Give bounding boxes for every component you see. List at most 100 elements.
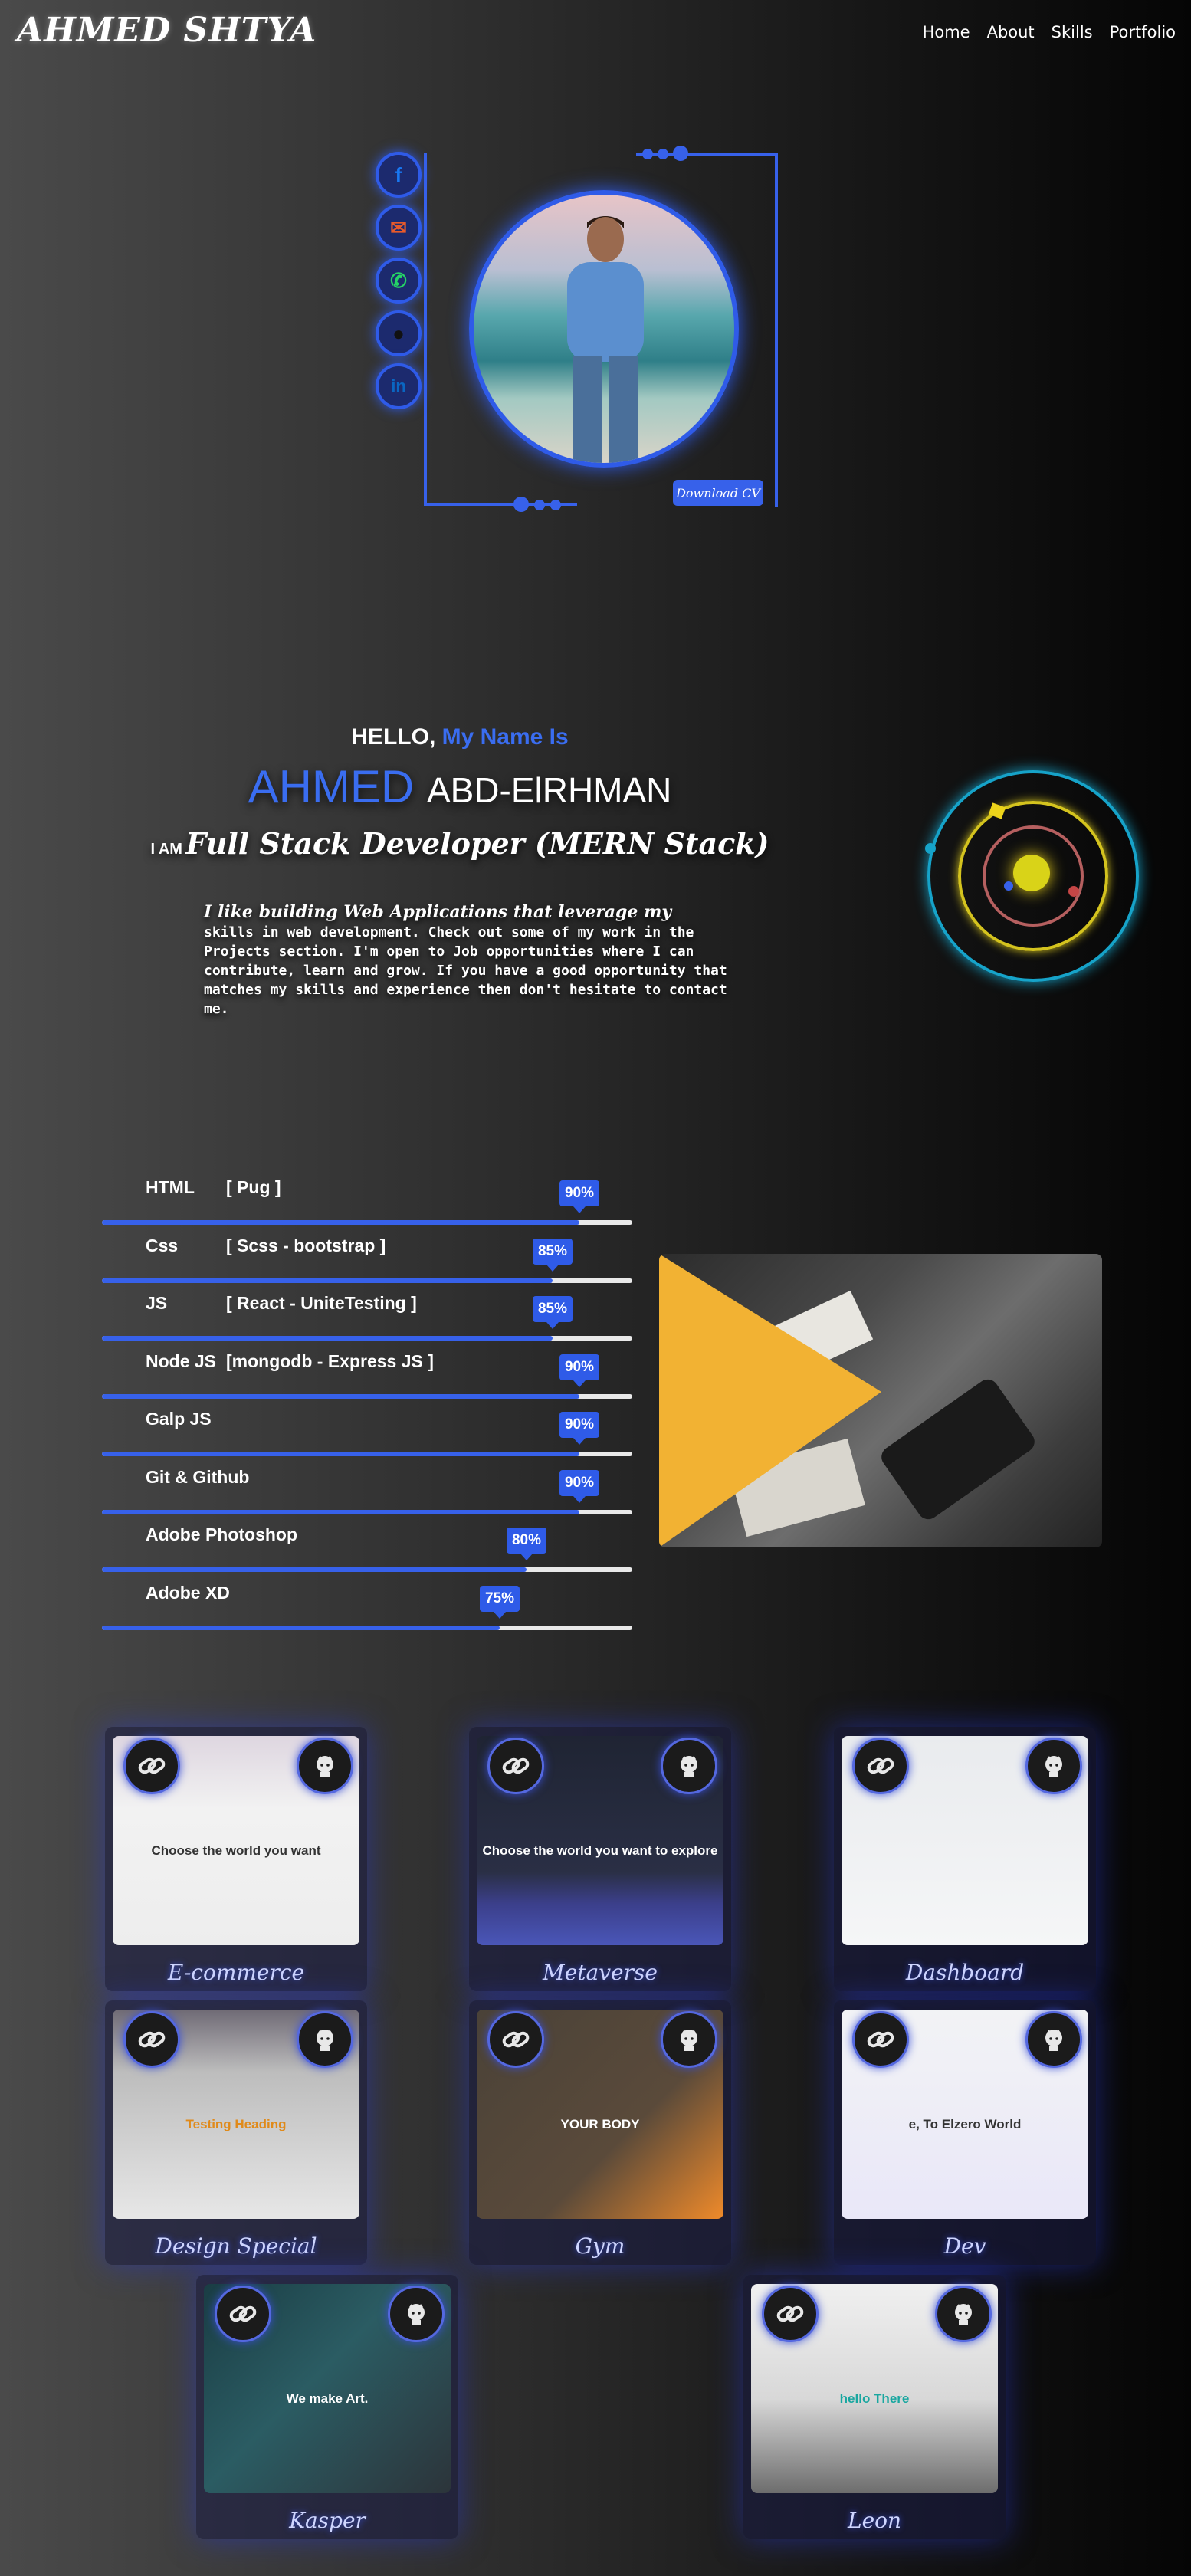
project-title: Metaverse (543, 1960, 658, 1985)
frame-dot (642, 149, 653, 159)
nav-home[interactable]: Home (923, 23, 970, 41)
skill-percent-badge: 85% (533, 1296, 573, 1329)
github-icon[interactable] (297, 2011, 353, 2068)
screenshot-text: Testing Heading (185, 2117, 287, 2131)
portfolio-card[interactable]: Testing Heading Design Special (105, 2000, 367, 2265)
github-icon[interactable]: ● (376, 310, 422, 356)
facebook-icon[interactable]: f (376, 152, 422, 198)
frame-dot (658, 149, 668, 159)
my-name-is-text: My Name Is (441, 724, 569, 750)
portfolio-card[interactable]: Dashboard (834, 1727, 1096, 1991)
nav-skills[interactable]: Skills (1052, 23, 1093, 41)
frame-dot (550, 500, 561, 510)
skill-name: HTML (146, 1177, 195, 1197)
first-name: AHMED (248, 761, 415, 812)
github-icon[interactable] (661, 1738, 717, 1794)
skill-fill (102, 1336, 553, 1341)
link-icon[interactable] (852, 1738, 909, 1794)
skill-percent-badge: 90% (559, 1180, 599, 1213)
skill-tech: [ React - UniteTesting ] (226, 1293, 417, 1313)
skill-name: Adobe XD (146, 1583, 230, 1603)
github-icon[interactable] (297, 1738, 353, 1794)
linkedin-icon[interactable]: in (376, 363, 422, 409)
hello-text: HELLO, (351, 724, 436, 750)
skill-percent-badge: 85% (533, 1239, 573, 1272)
skill-percent-badge: 90% (559, 1470, 599, 1503)
electron (925, 843, 936, 854)
github-icon[interactable] (388, 2286, 445, 2342)
bio-lead: I like building Web Applications that le… (204, 902, 672, 922)
skill-name: JS (146, 1293, 168, 1313)
portfolio-card[interactable]: e, To Elzero World Dev (834, 2000, 1096, 2265)
github-icon[interactable] (661, 2011, 717, 2068)
whatsapp-icon[interactable]: ✆ (376, 258, 422, 304)
skill-name: Css (146, 1235, 179, 1255)
skill-fill (102, 1567, 527, 1572)
skill-name: Galp JS (146, 1409, 212, 1429)
link-icon[interactable] (215, 2286, 271, 2342)
screenshot-text: We make Art. (286, 2391, 369, 2406)
nav-portfolio[interactable]: Portfolio (1110, 23, 1176, 41)
github-icon[interactable] (1025, 2011, 1082, 2068)
skill-percent-badge: 90% (559, 1412, 599, 1445)
project-title: Design Special (155, 2233, 317, 2259)
skill-fill (102, 1394, 579, 1399)
greeting: HELLO, My Name Is (0, 724, 920, 750)
hero-frame-right (775, 153, 778, 507)
link-icon[interactable] (487, 2011, 544, 2068)
role-line: I AM Full Stack Developer (MERN Stack) (0, 826, 920, 861)
link-icon[interactable] (123, 2011, 180, 2068)
portfolio-card[interactable]: Choose the world you want E-commerce (105, 1727, 367, 1991)
skills-photo (659, 1254, 1102, 1547)
project-title: Gym (575, 2233, 625, 2259)
download-cv-button[interactable]: Download CV (673, 480, 763, 506)
skill-name: Git & Github (146, 1467, 250, 1487)
skill-name: Node JS (146, 1351, 217, 1371)
frame-dot (534, 500, 545, 510)
role-title: Full Stack Developer (MERN Stack) (185, 826, 769, 861)
link-icon[interactable] (487, 1738, 544, 1794)
nav-about[interactable]: About (987, 23, 1035, 41)
person-figure (567, 216, 644, 463)
hero-frame-left (424, 153, 427, 506)
screenshot-text: Choose the world you want to explore (482, 1843, 718, 1858)
github-icon[interactable] (935, 2286, 992, 2342)
skill-fill (102, 1452, 579, 1456)
email-icon[interactable]: ✉ (376, 205, 422, 251)
frame-dot (673, 146, 688, 161)
skill-fill (102, 1278, 553, 1283)
screenshot-text: YOUR BODY (560, 2117, 640, 2131)
skill-tech: [mongodb - Express JS ] (226, 1351, 434, 1371)
i-am-text: I AM (150, 841, 182, 858)
portfolio-card[interactable]: We make Art. Kasper (196, 2275, 458, 2539)
skill-fill (102, 1626, 500, 1630)
skill-percent-badge: 80% (507, 1528, 546, 1560)
bio-text: skills in web development. Check out som… (204, 924, 727, 1017)
portfolio-card[interactable]: hello There Leon (743, 2275, 1006, 2539)
bio-paragraph: I like building Web Applications that le… (204, 903, 733, 1019)
project-title: Dev (943, 2233, 986, 2259)
skill-percent-badge: 75% (480, 1586, 520, 1619)
github-icon[interactable] (1025, 1738, 1082, 1794)
link-icon[interactable] (762, 2286, 819, 2342)
site-logo[interactable]: AHMED SHTYA (17, 11, 317, 50)
last-name: ABD-ElRHMAN (426, 770, 672, 810)
project-title: E-commerce (167, 1960, 305, 1985)
link-icon[interactable] (123, 1738, 180, 1794)
project-title: Dashboard (905, 1960, 1025, 1985)
electron (1004, 881, 1013, 891)
link-icon[interactable] (852, 2011, 909, 2068)
desk-image (659, 1254, 1035, 1547)
profile-photo (469, 190, 739, 468)
portfolio-card[interactable]: YOUR BODY Gym (469, 2000, 731, 2265)
screenshot-text: hello There (839, 2391, 910, 2406)
portfolio-card[interactable]: Choose the world you want to explore Meta… (469, 1727, 731, 1991)
screenshot-text: e, To Elzero World (908, 2117, 1022, 2131)
frame-dot (513, 497, 529, 512)
skill-name: Adobe Photoshop (146, 1524, 298, 1544)
skill-tech: [ Pug ] (226, 1177, 281, 1197)
skill-percent-badge: 90% (559, 1354, 599, 1387)
skill-fill (102, 1510, 579, 1514)
screenshot-text: Choose the world you want (151, 1843, 321, 1858)
full-name: AHMED ABD-ElRHMAN (0, 760, 920, 813)
